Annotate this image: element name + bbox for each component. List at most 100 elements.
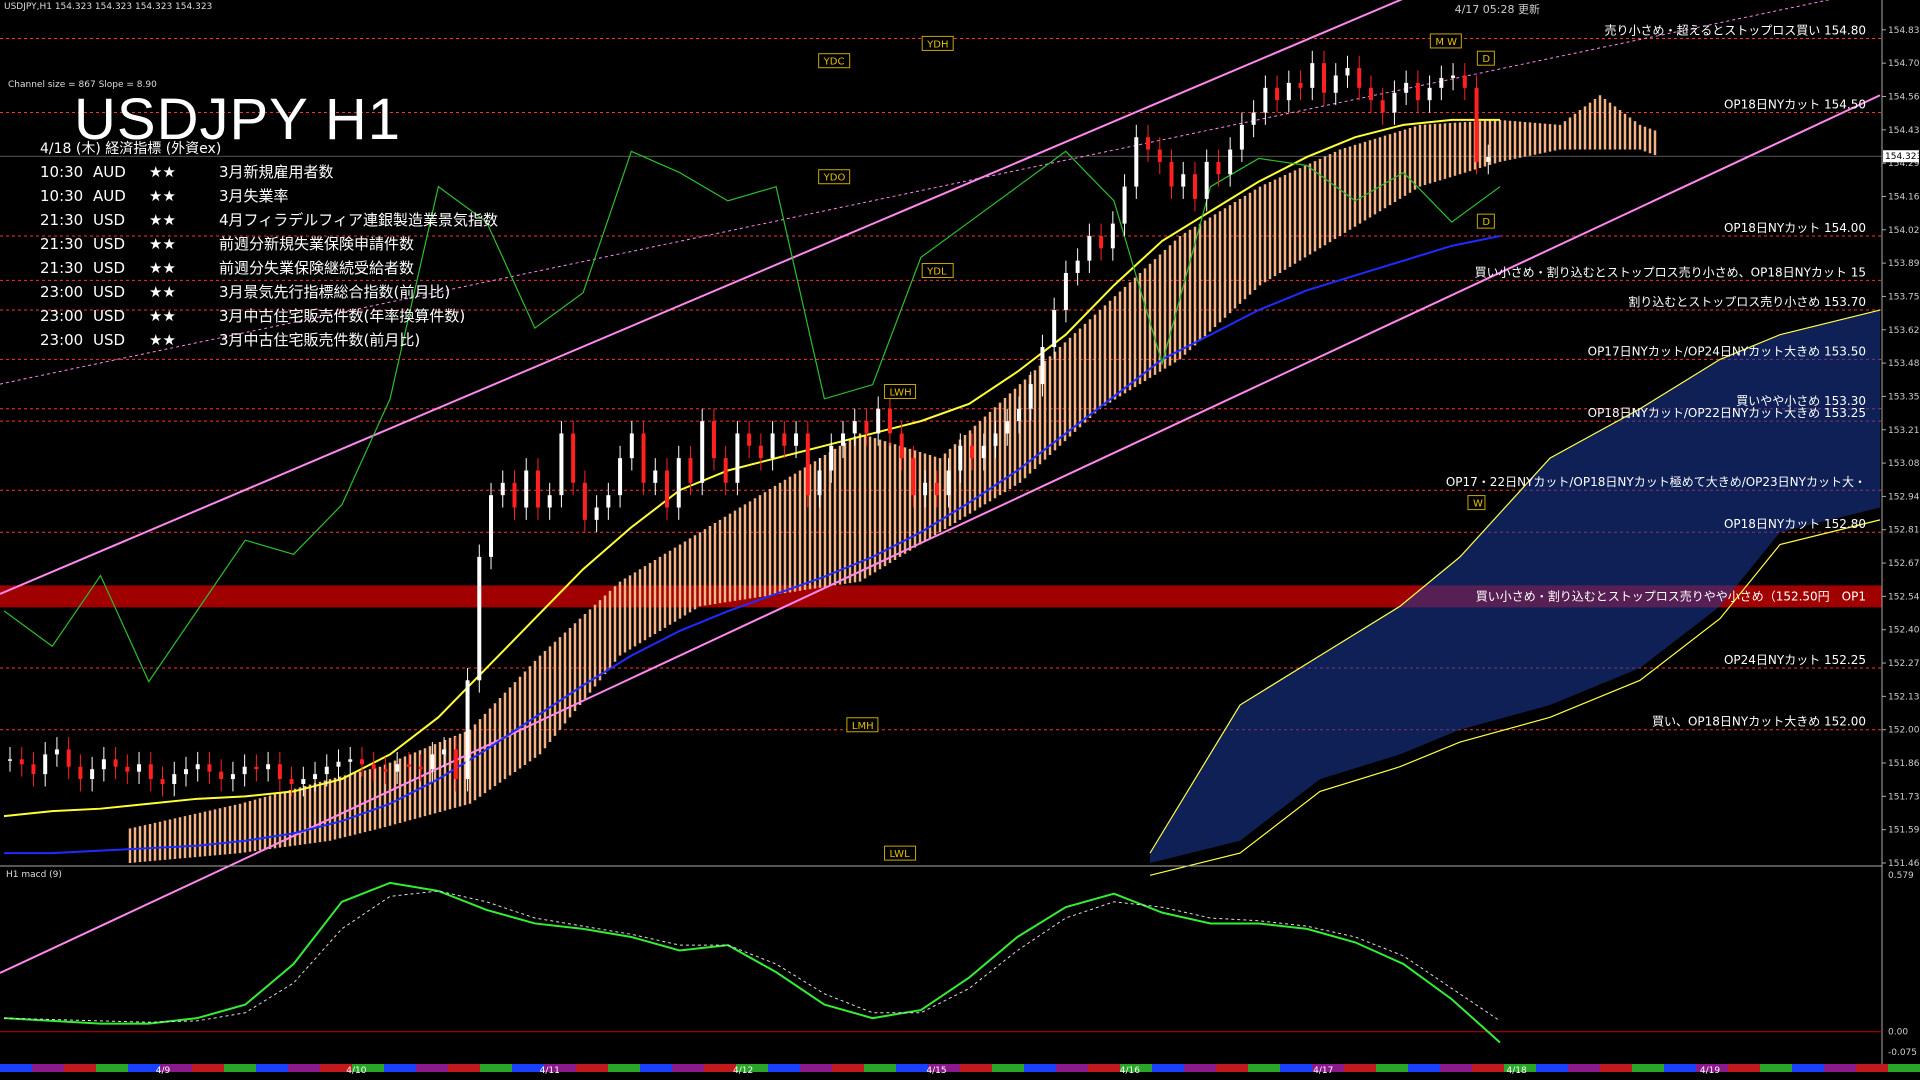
candle-body [1192, 174, 1197, 199]
candle-body [1462, 75, 1467, 88]
candle-body [1263, 87, 1268, 113]
order-level-label: 買い、OP18日NYカット大きめ 152.00 [1652, 715, 1866, 729]
session-strip [416, 1064, 448, 1072]
x-tick-label: 4/12 [733, 1066, 753, 1076]
boxed-label-text: YDH [926, 39, 948, 50]
candle-body [195, 764, 200, 770]
candle-body [852, 421, 857, 434]
event-name: 3月景気先行指標総合指数(前月比) [219, 283, 451, 301]
candle-body [559, 433, 564, 496]
candle-body [1451, 75, 1456, 78]
event-time: 21:30 [40, 235, 84, 253]
order-level-label: OP18日NYカット 152.80 [1724, 517, 1866, 531]
current-price-label: 154.323 [1885, 152, 1920, 162]
event-time: 10:30 [40, 187, 84, 205]
candle-body [489, 495, 494, 557]
candle-body [371, 764, 376, 770]
candle-body [1357, 68, 1362, 88]
candle-body [348, 759, 353, 762]
y-tick-label: 154.025 [1888, 226, 1920, 236]
session-strip [992, 1064, 1024, 1072]
y-tick-label: 153.485 [1888, 359, 1920, 369]
candle-body [1110, 223, 1115, 249]
candle-body [465, 680, 470, 780]
event-time: 21:30 [40, 211, 84, 229]
session-strip [896, 1064, 928, 1072]
candle-body [665, 470, 670, 508]
candle-body [1474, 87, 1479, 162]
session-strip [224, 1064, 256, 1072]
event-name: 4月フィラデルフィア連銀製造業景気指数 [219, 211, 498, 229]
importance-stars: ★★ [149, 307, 176, 325]
candle-body [1134, 137, 1139, 187]
session-strip [1856, 1064, 1888, 1072]
session-strip [768, 1064, 800, 1072]
order-level-label: 割り込むとストップロス売り小さめ 153.70 [1628, 294, 1866, 309]
session-strip [288, 1064, 320, 1072]
calendar-header: 4/18 (木) 経済指標 (外資ex) [40, 141, 222, 157]
macd-y-label: -0.075 [1888, 1048, 1917, 1058]
y-tick-label: 154.565 [1888, 92, 1920, 102]
candle-body [794, 433, 799, 446]
candle-body [723, 458, 728, 483]
candle-body [101, 759, 106, 770]
candle-body [864, 421, 869, 434]
y-tick-label: 152.675 [1888, 559, 1920, 569]
candle-body [594, 507, 599, 520]
session-strip [0, 1064, 32, 1072]
candle-body [1075, 260, 1080, 273]
candle-body [805, 433, 810, 496]
y-tick-label: 152.000 [1888, 726, 1920, 736]
candle-body [688, 458, 693, 483]
window-title: USDJPY,H1 154.323 154.323 154.323 154.32… [4, 2, 213, 12]
order-level-label: OP18日NYカット/OP22日NYカット大きめ 153.25 [1588, 406, 1866, 420]
candle-body [1275, 87, 1280, 101]
y-tick-label: 153.755 [1888, 292, 1920, 302]
order-level-label: 売り小さめ・超えるとストップロス買い 154.80 [1605, 22, 1866, 37]
candle-body [1310, 63, 1315, 88]
importance-stars: ★★ [149, 259, 176, 277]
x-tick-label: 4/16 [1120, 1066, 1140, 1076]
session-strip [256, 1064, 288, 1072]
y-tick-label: 152.135 [1888, 692, 1920, 702]
session-strip [64, 1064, 96, 1072]
y-tick-label: 153.620 [1888, 326, 1920, 336]
session-strip [704, 1064, 736, 1072]
event-name: 前週分新規失業保険申請件数 [219, 235, 415, 253]
candle-body [782, 433, 787, 446]
session-strip [1216, 1064, 1248, 1072]
candle-body [324, 766, 329, 775]
session-strip [576, 1064, 608, 1072]
candle-body [934, 482, 939, 496]
candle-body [1146, 137, 1151, 150]
candle-body [887, 408, 892, 434]
x-tick-label: 4/19 [1700, 1066, 1720, 1076]
session-strip [1664, 1064, 1696, 1072]
session-strip [1568, 1064, 1600, 1072]
candle-body [1439, 77, 1444, 88]
candle-body [676, 458, 681, 508]
session-strip [672, 1064, 704, 1072]
macd-y-label: 0.579 [1888, 871, 1914, 881]
candle-body [981, 445, 986, 459]
session-strip [1824, 1064, 1856, 1072]
order-level-label: OP18日NYカット 154.00 [1724, 221, 1866, 235]
candle-body [383, 769, 388, 772]
y-tick-label: 154.160 [1888, 192, 1920, 202]
calendar-row: 21:30 USD ★★ 前週分新規失業保険申請件数 [40, 233, 498, 257]
session-strip [1536, 1064, 1568, 1072]
session-strip [192, 1064, 224, 1072]
y-tick-label: 152.540 [1888, 592, 1920, 602]
session-strip [1056, 1064, 1088, 1072]
event-currency: USD [93, 235, 126, 253]
candle-body [1286, 82, 1291, 101]
candle-body [301, 779, 306, 785]
session-strip [1376, 1064, 1408, 1072]
candle-body [230, 774, 235, 780]
candle-body [911, 458, 916, 496]
candle-body [1368, 87, 1373, 101]
candle-body [172, 774, 177, 785]
candle-body [1251, 112, 1256, 125]
candle-body [137, 764, 142, 772]
event-name: 前週分失業保険継続受給者数 [219, 259, 415, 277]
